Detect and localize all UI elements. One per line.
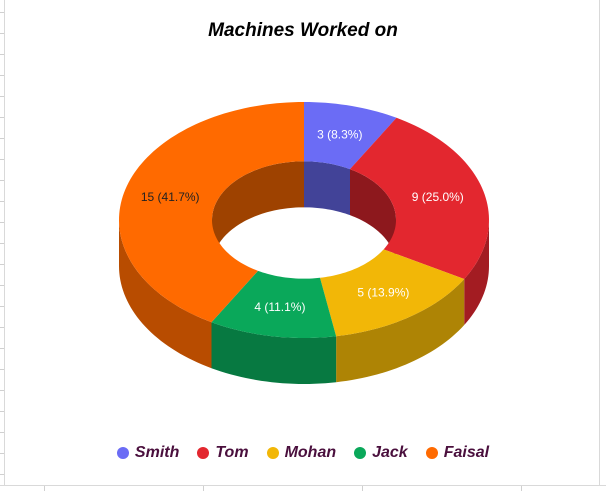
chart-legend: Smith Tom Mohan Jack Faisal xyxy=(0,444,606,462)
legend-label-faisal: Faisal xyxy=(443,444,490,461)
legend-item-smith: Smith xyxy=(116,444,180,462)
slice-label-faisal: 15 (41.7%) xyxy=(141,190,200,204)
legend-item-faisal: Faisal xyxy=(425,444,490,462)
slice-label-jack: 4 (11.1%) xyxy=(254,300,305,314)
legend-item-mohan: Mohan xyxy=(266,444,337,462)
slice-label-tom: 9 (25.0%) xyxy=(412,190,464,204)
legend-swatch-tom xyxy=(197,447,210,459)
legend-item-tom: Tom xyxy=(197,444,249,462)
legend-swatch-smith xyxy=(116,447,129,459)
legend-label-smith: Smith xyxy=(134,444,180,461)
legend-label-tom: Tom xyxy=(215,444,249,461)
slice-label-mohan: 5 (13.9%) xyxy=(357,285,409,299)
donut-chart: 3 (8.3%) 9 (25.0%) 5 (13.9%) 4 (11.1%) 15 (4… xyxy=(119,102,489,384)
legend-label-jack: Jack xyxy=(372,444,408,461)
legend-swatch-jack xyxy=(354,447,367,459)
inner-wall-smith xyxy=(304,161,350,216)
legend-swatch-faisal xyxy=(425,447,438,459)
slice-label-smith: 3 (8.3%) xyxy=(317,128,362,142)
legend-label-mohan: Mohan xyxy=(284,444,337,461)
legend-item-jack: Jack xyxy=(354,444,408,462)
legend-swatch-mohan xyxy=(266,447,279,459)
